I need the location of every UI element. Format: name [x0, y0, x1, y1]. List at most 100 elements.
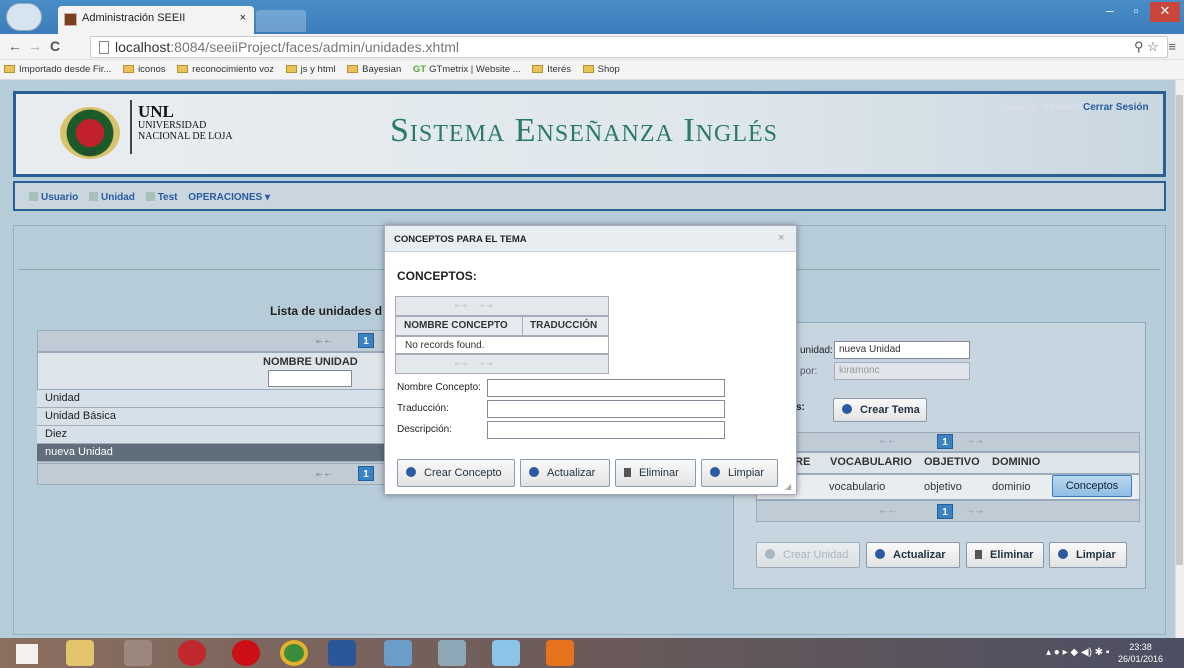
crear-unidad-button[interactable]: Crear Unidad: [756, 542, 860, 568]
scrollbar-thumb[interactable]: [1176, 95, 1183, 565]
crear-concepto-button[interactable]: Crear Concepto: [397, 459, 515, 487]
nombre-unidad-input[interactable]: nueva Unidad: [834, 341, 970, 359]
plus-icon: [406, 467, 416, 477]
modal-eliminar-button[interactable]: Eliminar: [615, 459, 696, 487]
menu-test[interactable]: Test: [145, 192, 178, 203]
logo-divider: [130, 100, 132, 154]
menu-operaciones[interactable]: OPERACIONES ▾: [188, 192, 270, 203]
column-nombre[interactable]: RE: [795, 456, 810, 468]
app-icon[interactable]: [384, 640, 412, 666]
check-icon: [875, 549, 885, 559]
close-window-icon[interactable]: ✕: [1150, 2, 1180, 22]
tab-close-icon[interactable]: ×: [240, 12, 246, 24]
page-icon: [99, 41, 109, 54]
trash-icon: [975, 550, 982, 559]
limpiar-button[interactable]: Limpiar: [1049, 542, 1127, 568]
table-row[interactable]: Unidad Básica: [37, 408, 387, 426]
modal-actualizar-button[interactable]: Actualizar: [520, 459, 610, 487]
url-bar[interactable]: localhost:8084/seeiiProject/faces/admin/…: [90, 36, 1168, 58]
opera-icon[interactable]: [232, 640, 260, 666]
zoom-icon[interactable]: ⚲: [1134, 39, 1144, 54]
page-number[interactable]: 1: [937, 504, 953, 519]
menu-usuario[interactable]: Usuario: [29, 192, 78, 203]
home-icon: [145, 192, 155, 201]
back-arrow-icon[interactable]: [6, 3, 42, 31]
bookmark-item[interactable]: GT GTmetrix | Website ...: [413, 64, 521, 75]
user-icon: [29, 192, 38, 201]
folder-icon: [177, 65, 189, 73]
traduccion-input[interactable]: [487, 400, 725, 418]
column-vocabulario[interactable]: VOCABULARIO: [830, 456, 912, 468]
page-number[interactable]: 1: [937, 434, 953, 449]
eliminar-button[interactable]: Eliminar: [966, 542, 1044, 568]
maximize-icon[interactable]: ▫: [1124, 2, 1148, 22]
clear-icon: [1058, 549, 1068, 559]
crear-tema-button[interactable]: Crear Tema: [833, 398, 927, 422]
table-row[interactable]: Diez: [37, 426, 387, 444]
url-path: :8084/seeiiProject/faces/admin/unidades.…: [170, 39, 459, 55]
paginator-bottom: [37, 463, 387, 485]
bookmarks-bar: Importado desde Fir... iconos reconocimi…: [0, 60, 1184, 80]
windows-start-icon[interactable]: [16, 644, 38, 664]
menu-unidad[interactable]: Unidad: [89, 192, 135, 203]
table-row-selected[interactable]: nueva Unidad: [37, 444, 387, 462]
column-nombre-unidad[interactable]: NOMBRE UNIDAD: [263, 356, 358, 368]
logout-link[interactable]: Cerrar Sesión: [1083, 102, 1149, 113]
minimize-icon[interactable]: –: [1098, 2, 1122, 22]
empty-message: No records found.: [395, 336, 609, 354]
column-dominio[interactable]: DOMINIO: [992, 456, 1040, 468]
bookmark-item[interactable]: Bayesian: [347, 64, 401, 75]
column-traduccion[interactable]: TRADUCCIÓN: [530, 320, 597, 331]
pager-icons[interactable]: ⇤ ⇠ ⇢ ⇥: [455, 360, 492, 368]
bookmark-item[interactable]: Shop: [582, 64, 620, 75]
reload-icon[interactable]: C: [50, 38, 60, 54]
modal-limpiar-button[interactable]: Limpiar: [701, 459, 778, 487]
traduccion-label: Traducción:: [397, 403, 449, 414]
back-icon[interactable]: ←: [8, 38, 22, 54]
bookmark-item[interactable]: iconos: [123, 64, 166, 75]
word-icon[interactable]: [328, 640, 356, 666]
next-last-icons[interactable]: ⇢ ⇥: [967, 507, 983, 516]
unl-acronym: UNL: [138, 102, 174, 121]
system-tray-icons[interactable]: ▴ ● ▸ ◆ ◀) ✱ ▪: [1046, 647, 1109, 658]
bookmark-item[interactable]: js y html: [285, 64, 336, 75]
first-prev-icons[interactable]: ⇤ ⇠: [880, 507, 896, 516]
menu-icon[interactable]: ≡: [1168, 39, 1176, 54]
column-objetivo[interactable]: OBJETIVO: [924, 456, 980, 468]
app-icon[interactable]: [178, 640, 206, 666]
nombre-unidad-filter[interactable]: [268, 370, 352, 387]
descripcion-input[interactable]: [487, 421, 725, 439]
actualizar-button[interactable]: Actualizar: [866, 542, 960, 568]
nombre-concepto-input[interactable]: [487, 379, 725, 397]
resize-handle-icon[interactable]: ◢: [785, 482, 791, 491]
favicon-icon: [64, 13, 77, 26]
paginator-top: [37, 330, 387, 352]
browser-tab[interactable]: Administración SEEII ×: [58, 6, 254, 34]
xampp-icon[interactable]: [546, 640, 574, 666]
university-name: UNIVERSIDAD NACIONAL DE LOJA: [138, 120, 233, 142]
app-icon[interactable]: [492, 640, 520, 666]
first-prev-icons[interactable]: ⇤ ⇠: [316, 470, 332, 479]
chrome-icon[interactable]: [280, 640, 308, 666]
file-explorer-icon[interactable]: [66, 640, 94, 666]
page-number[interactable]: 1: [358, 466, 374, 481]
system-clock[interactable]: 23:38 26/01/2016: [1118, 641, 1163, 665]
new-tab-button[interactable]: [256, 10, 306, 32]
star-icon[interactable]: ☆: [1147, 39, 1159, 54]
column-nombre-concepto[interactable]: NOMBRE CONCEPTO: [404, 320, 508, 331]
conceptos-button[interactable]: Conceptos: [1052, 475, 1132, 497]
bookmark-item[interactable]: reconocimiento voz: [177, 64, 274, 75]
bookmark-item[interactable]: Importado desde Fir...: [4, 64, 111, 75]
table-row[interactable]: Unidad: [37, 390, 387, 408]
forward-icon[interactable]: →: [28, 38, 42, 54]
dialog-close-icon[interactable]: ×: [778, 232, 784, 244]
pager-icons[interactable]: ⇤ ⇠ ⇢ ⇥: [455, 302, 492, 310]
page-number[interactable]: 1: [358, 333, 374, 348]
next-last-icons[interactable]: ⇢ ⇥: [967, 437, 983, 446]
app-icon[interactable]: [438, 640, 466, 666]
first-prev-icons[interactable]: ⇤ ⇠: [880, 437, 896, 446]
app-icon[interactable]: [124, 640, 152, 666]
dialog-title[interactable]: CONCEPTOS PARA EL TEMA: [385, 226, 796, 252]
bookmark-item[interactable]: Iterés: [532, 64, 571, 75]
first-prev-icons[interactable]: ⇤ ⇠: [316, 337, 332, 346]
